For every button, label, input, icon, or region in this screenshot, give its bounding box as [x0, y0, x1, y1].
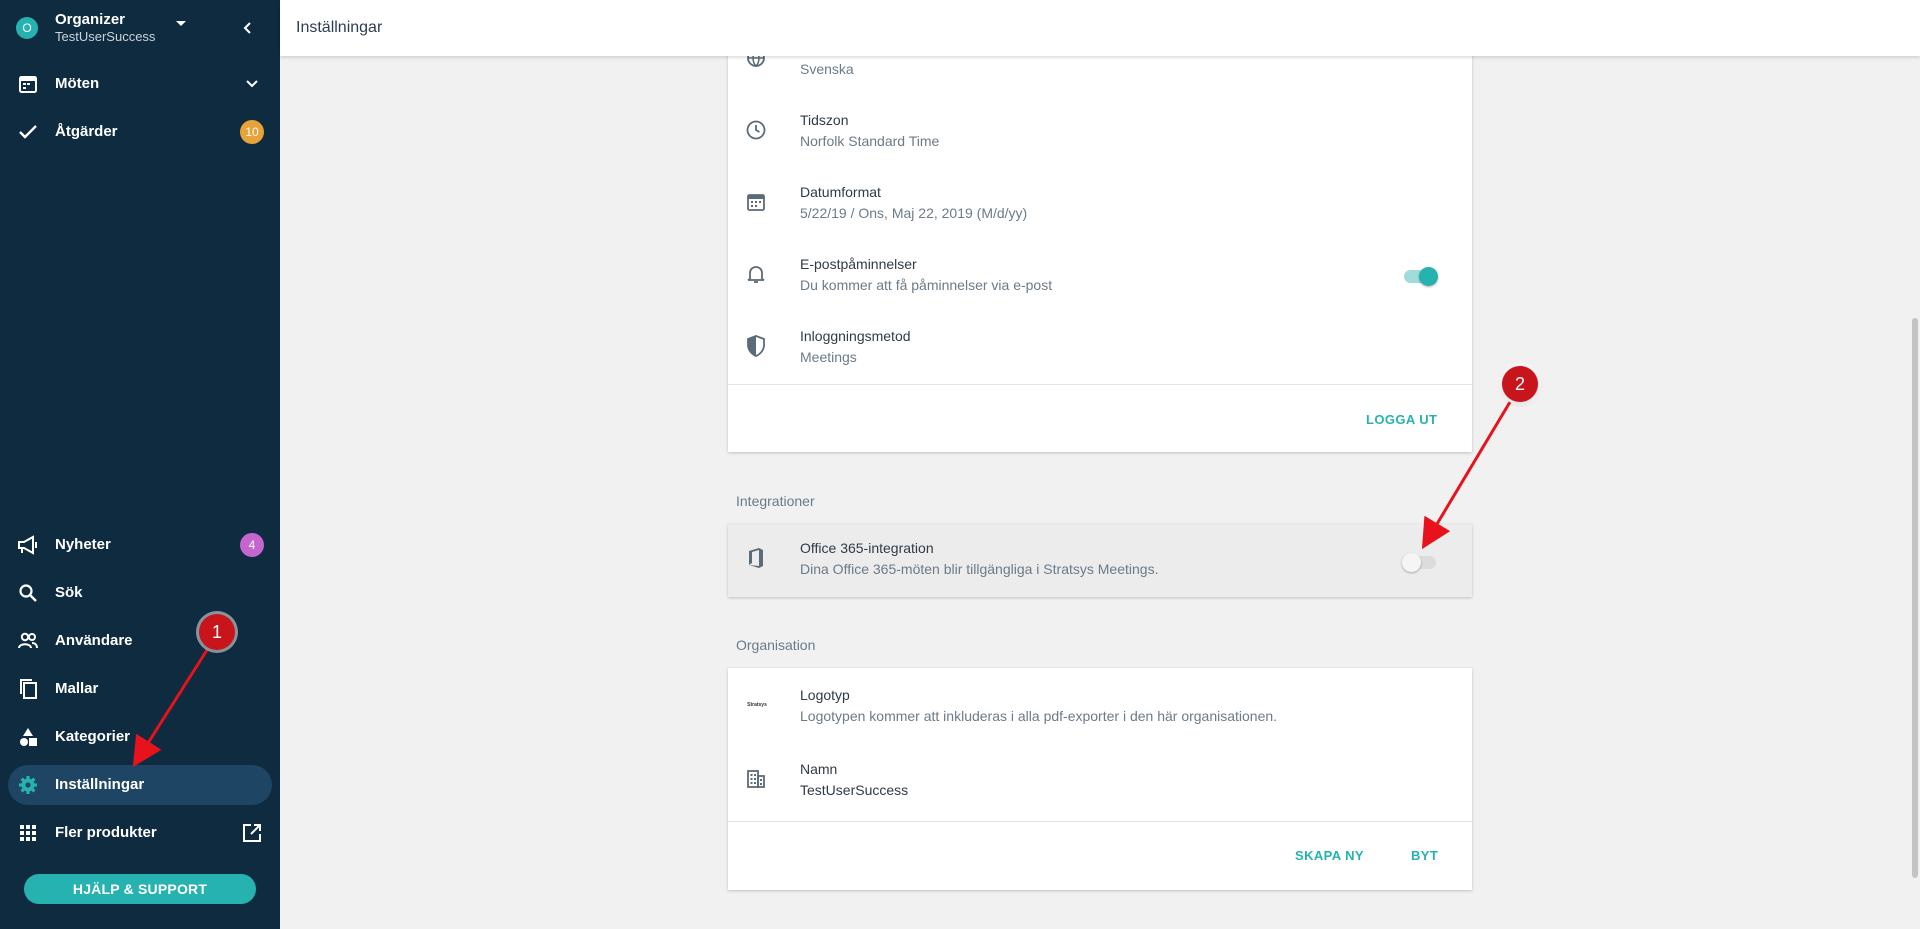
topbar: Inställningar — [280, 0, 1920, 56]
sidebar-item-meetings[interactable]: Möten — [8, 64, 272, 104]
create-new-button[interactable]: SKAPA NY — [1295, 848, 1364, 863]
sidebar-item-actions[interactable]: Åtgärder 10 — [8, 112, 272, 152]
office365-title: Office 365-integration — [800, 540, 934, 556]
sidebar-item-label: Inställningar — [55, 776, 145, 793]
logo-title: Logotyp — [800, 687, 850, 703]
bell-icon — [744, 262, 768, 286]
logo-row[interactable]: Stratsys Logotyp Logotypen kommer att in… — [728, 677, 1472, 737]
gear-icon — [16, 773, 40, 797]
sidebar-item-label: Användare — [55, 632, 133, 649]
sidebar-item-label: Åtgärder — [55, 123, 118, 140]
office-icon — [744, 546, 768, 570]
sidebar-item-label: Kategorier — [55, 728, 131, 745]
logo-thumbnail: Stratsys — [747, 702, 767, 708]
building-icon — [744, 767, 768, 791]
calendar-icon — [744, 190, 768, 214]
email-reminders-toggle[interactable] — [1402, 266, 1438, 286]
annotation-marker-1: 1 — [199, 614, 235, 650]
user-settings-card: Svenska Tidszon Norfolk Standard Time Da… — [728, 40, 1472, 452]
sidebar-item-news[interactable]: Nyheter 4 — [8, 525, 272, 565]
chevron-left-icon — [243, 22, 251, 34]
divider — [728, 821, 1472, 822]
sidebar-item-more-products[interactable]: Fler produkter — [8, 813, 272, 853]
org-name-row[interactable]: Namn TestUserSuccess — [728, 751, 1472, 811]
timezone-value: Norfolk Standard Time — [800, 133, 940, 149]
check-icon — [16, 120, 40, 144]
date-format-title: Datumformat — [800, 184, 881, 200]
shield-icon — [744, 334, 768, 358]
sidebar-item-templates[interactable]: Mallar — [8, 669, 272, 709]
office365-toggle[interactable] — [1402, 552, 1438, 572]
caret-down-icon — [176, 21, 186, 26]
apps-grid-icon — [16, 821, 40, 845]
date-format-value: 5/22/19 / Ons, Maj 22, 2019 (M/d/yy) — [800, 205, 1028, 221]
search-icon — [16, 581, 40, 605]
office365-row: Office 365-integration Dina Office 365-m… — [728, 530, 1472, 590]
collapse-sidebar-button[interactable] — [236, 16, 260, 40]
logout-button[interactable]: LOGGA UT — [1366, 412, 1437, 427]
sidebar-item-label: Nyheter — [55, 536, 111, 553]
logo-value: Logotypen kommer att inkluderas i alla p… — [800, 708, 1278, 724]
timezone-row[interactable]: Tidszon Norfolk Standard Time — [728, 102, 1472, 162]
org-name: Organizer — [55, 11, 126, 28]
integrations-section-label: Integrationer — [736, 493, 815, 509]
integrations-card: Office 365-integration Dina Office 365-m… — [728, 524, 1472, 597]
sidebar: O Organizer TestUserSuccess Möten Åtgärd… — [0, 0, 280, 929]
org-name-title: Namn — [800, 761, 838, 777]
organisation-card: Stratsys Logotyp Logotypen kommer att in… — [728, 668, 1472, 890]
help-support-button[interactable]: HJÄLP & SUPPORT — [24, 874, 256, 904]
sidebar-item-label: Mallar — [55, 680, 99, 697]
office365-value: Dina Office 365-möten blir tillgängliga … — [800, 561, 1159, 577]
sidebar-item-search[interactable]: Sök — [8, 573, 272, 613]
sidebar-item-label: Fler produkter — [55, 824, 157, 841]
email-reminders-value: Du kommer att få påminnelser via e-post — [800, 277, 1053, 293]
sidebar-item-settings[interactable]: Inställningar — [8, 765, 272, 805]
timezone-title: Tidszon — [800, 112, 849, 128]
calendar-icon — [16, 72, 40, 96]
organization-switcher[interactable]: O Organizer TestUserSuccess — [16, 11, 266, 44]
chevron-down-icon[interactable] — [240, 72, 264, 96]
date-format-row[interactable]: Datumformat 5/22/19 / Ons, Maj 22, 2019 … — [728, 174, 1472, 234]
sidebar-item-label: Sök — [55, 584, 83, 601]
scrollbar[interactable] — [1912, 318, 1918, 878]
clock-icon — [744, 118, 768, 142]
shapes-icon — [16, 725, 40, 749]
sidebar-item-categories[interactable]: Kategorier — [8, 717, 272, 757]
megaphone-icon — [16, 533, 40, 557]
organisation-section-label: Organisation — [736, 637, 816, 653]
actions-count-badge: 10 — [240, 120, 264, 144]
email-reminders-title: E-postpåminnelser — [800, 256, 917, 272]
login-method-row: Inloggningsmetod Meetings — [728, 318, 1472, 378]
news-count-badge: 4 — [240, 533, 264, 557]
external-link-icon[interactable] — [240, 821, 264, 845]
email-reminders-row: E-postpåminnelser Du kommer att få påmin… — [728, 246, 1472, 306]
copy-icon — [16, 677, 40, 701]
org-avatar: O — [16, 17, 38, 39]
language-value: Svenska — [800, 61, 854, 77]
switch-button[interactable]: BYT — [1411, 848, 1438, 863]
divider — [728, 384, 1472, 385]
login-method-value: Meetings — [800, 349, 857, 365]
login-method-title: Inloggningsmetod — [800, 328, 911, 344]
users-icon — [16, 629, 40, 653]
annotation-marker-2: 2 — [1502, 366, 1538, 402]
sidebar-item-label: Möten — [55, 75, 100, 92]
org-name-value: TestUserSuccess — [800, 782, 909, 798]
page-title: Inställningar — [296, 19, 383, 36]
org-user: TestUserSuccess — [55, 29, 156, 44]
